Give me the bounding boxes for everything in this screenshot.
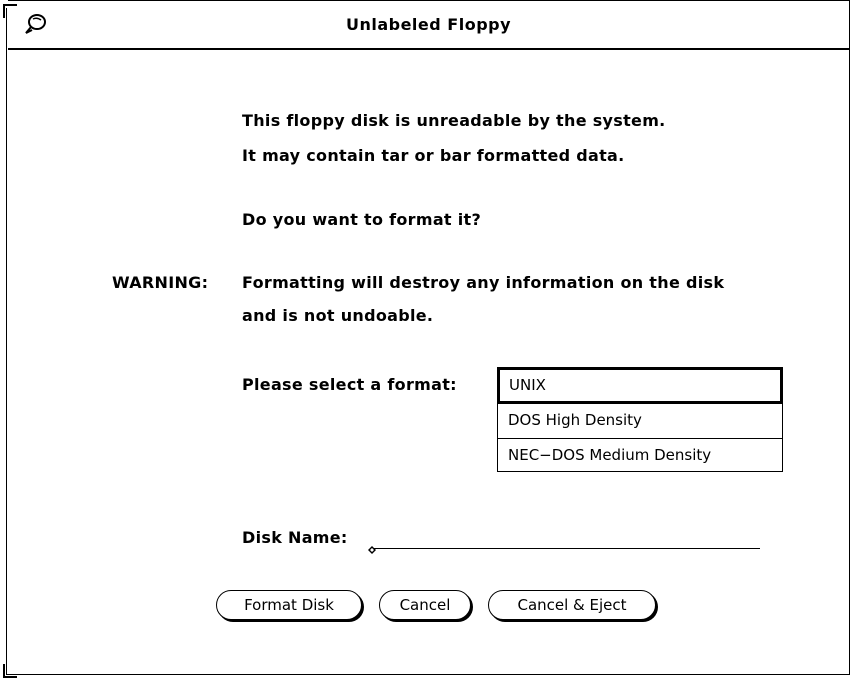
format-disk-button[interactable]: Format Disk	[216, 590, 362, 620]
disk-name-label: Disk Name:	[242, 528, 348, 547]
frame-bottom-edge	[6, 674, 850, 675]
warning-line-2: and is not undoable.	[242, 306, 434, 325]
unlabeled-floppy-dialog: Unlabeled Floppy This floppy disk is unr…	[0, 0, 857, 679]
cancel-button[interactable]: Cancel	[379, 590, 471, 620]
format-question: Do you want to format it?	[242, 210, 482, 229]
frame-right-edge	[849, 0, 850, 675]
message-line-1: This floppy disk is unreadable by the sy…	[242, 111, 666, 130]
format-label: Please select a format:	[242, 375, 457, 394]
frame-top-left-corner-v[interactable]	[3, 4, 5, 18]
frame-bottom-left-corner-h[interactable]	[3, 676, 17, 678]
format-option-unix[interactable]: UNIX	[498, 368, 782, 403]
message-line-2: It may contain tar or bar formatted data…	[242, 146, 625, 165]
window-title: Unlabeled Floppy	[345, 15, 512, 34]
format-option-nec-dos-medium-density[interactable]: NEC−DOS Medium Density	[498, 438, 782, 473]
warning-label: WARNING:	[112, 273, 209, 292]
frame-left-edge	[6, 8, 7, 675]
disk-name-input[interactable]	[372, 528, 760, 550]
text-caret-icon	[367, 540, 377, 554]
title-bar[interactable]: Unlabeled Floppy	[8, 0, 849, 50]
warning-line-1: Formatting will destroy any information …	[242, 273, 725, 292]
cancel-eject-button[interactable]: Cancel & Eject	[488, 590, 656, 620]
disk-name-underline	[372, 548, 760, 549]
format-option-dos-high-density[interactable]: DOS High Density	[498, 403, 782, 438]
window-menu-icon[interactable]	[22, 12, 50, 36]
format-list[interactable]: UNIX DOS High Density NEC−DOS Medium Den…	[497, 367, 783, 472]
title-separator	[8, 48, 849, 50]
